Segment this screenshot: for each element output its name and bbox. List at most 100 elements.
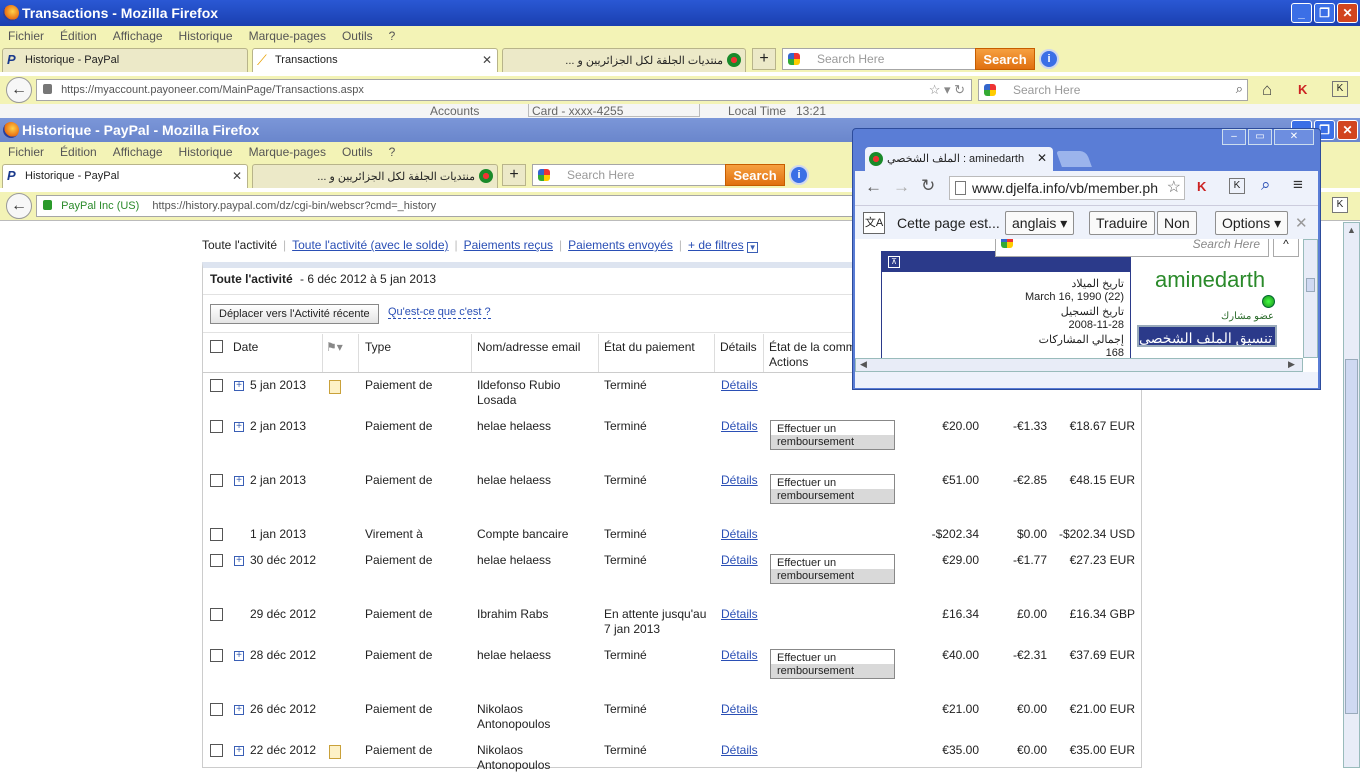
row-checkbox[interactable] xyxy=(210,703,223,716)
star-icon[interactable]: ☆ ▾ ↻ xyxy=(929,82,965,98)
menu-outils[interactable]: Outils xyxy=(342,145,373,159)
row-checkbox[interactable] xyxy=(210,554,223,567)
minimize-button[interactable]: _ xyxy=(1291,3,1312,23)
collapse-icon[interactable]: ⊼ xyxy=(888,256,900,268)
scroll-right-icon[interactable]: ▶ xyxy=(1288,359,1295,370)
scroll-thumb[interactable] xyxy=(1306,278,1315,292)
chrome-vertical-scrollbar[interactable] xyxy=(1303,239,1318,358)
tab-historique-paypal[interactable]: P Historique - PayPal ✕ xyxy=(2,164,248,188)
col-name[interactable]: Nom/adresse email xyxy=(477,340,580,355)
star-icon[interactable]: ☆ xyxy=(1166,177,1181,197)
restore-button[interactable]: ▭ xyxy=(1248,129,1272,145)
minimize-button[interactable]: – xyxy=(1222,129,1246,145)
menu-help[interactable]: ? xyxy=(389,29,396,43)
tab-djelfa[interactable]: منتديات الجلفة لكل الجزائريين و ... xyxy=(502,48,746,72)
scroll-up-icon[interactable]: ▲ xyxy=(1344,225,1359,239)
row-checkbox[interactable] xyxy=(210,420,223,433)
expand-icon[interactable]: + xyxy=(234,381,244,391)
row-checkbox[interactable] xyxy=(210,379,223,392)
menu-affichage[interactable]: Affichage xyxy=(113,145,163,159)
magnifier-icon[interactable]: ⌕ xyxy=(1261,175,1271,195)
back-url-bar[interactable]: https://myaccount.payoneer.com/MainPage/… xyxy=(36,79,972,101)
menu-fichier[interactable]: Fichier xyxy=(8,145,44,159)
back-arrow-icon[interactable]: ← xyxy=(6,193,32,219)
filter-received[interactable]: Paiements reçus xyxy=(464,238,553,252)
info-icon[interactable]: i xyxy=(789,165,809,185)
menu-marque-pages[interactable]: Marque-pages xyxy=(249,145,326,159)
no-button[interactable]: Non xyxy=(1157,211,1197,235)
scroll-thumb[interactable] xyxy=(1345,359,1358,714)
tab-transactions[interactable]: ⟋ Transactions ✕ xyxy=(252,48,498,72)
tab-djelfa[interactable]: منتديات الجلفة لكل الجزائريين و ... xyxy=(252,164,498,188)
front-search-button[interactable]: Search xyxy=(725,164,785,186)
options-button[interactable]: Options ▾ xyxy=(1215,211,1289,235)
details-link[interactable]: Détails xyxy=(721,743,758,758)
col-type[interactable]: Type xyxy=(365,340,391,355)
close-translate-icon[interactable]: ✕ xyxy=(1295,214,1308,232)
back-search-button[interactable]: Search xyxy=(975,48,1035,70)
chrome-horizontal-scrollbar[interactable]: ◀ ▶ xyxy=(855,358,1303,372)
card-select[interactable]: Card - xxxx-4255 xyxy=(528,104,700,118)
what-is-this-link[interactable]: Qu'est-ce que c'est ? xyxy=(388,306,491,319)
front-search-input[interactable]: Search Here xyxy=(532,164,726,186)
virtual-keyboard-icon[interactable]: K xyxy=(1332,197,1348,213)
expand-icon[interactable]: + xyxy=(234,476,244,486)
menu-affichage[interactable]: Affichage xyxy=(113,29,163,43)
expand-icon[interactable]: + xyxy=(234,651,244,661)
details-link[interactable]: Détails xyxy=(721,648,758,663)
menu-historique[interactable]: Historique xyxy=(179,145,233,159)
restore-button[interactable]: ❐ xyxy=(1314,3,1335,23)
expand-icon[interactable]: + xyxy=(234,556,244,566)
nav-search-input[interactable]: Search Here ⌕ xyxy=(978,79,1248,101)
menu-outils[interactable]: Outils xyxy=(342,29,373,43)
tab-historique-paypal[interactable]: P Historique - PayPal xyxy=(2,48,248,72)
new-tab-button[interactable]: + xyxy=(502,164,526,186)
page-scrollbar[interactable]: ▲ xyxy=(1343,222,1360,768)
expand-icon[interactable]: + xyxy=(234,422,244,432)
details-link[interactable]: Détails xyxy=(721,702,758,717)
flag-filter-icon[interactable]: ⚑▾ xyxy=(326,340,343,354)
new-tab-button[interactable] xyxy=(1056,151,1092,167)
filter-more[interactable]: + de filtres xyxy=(688,238,744,252)
back-search-input[interactable]: Search Here xyxy=(782,48,976,70)
row-checkbox[interactable] xyxy=(210,474,223,487)
close-button[interactable]: ✕ xyxy=(1337,3,1358,23)
filter-sent[interactable]: Paiements envoyés xyxy=(568,238,673,252)
refund-button[interactable]: Effectuer un remboursement xyxy=(770,474,895,504)
refund-button[interactable]: Effectuer un remboursement xyxy=(770,554,895,584)
expand-icon[interactable]: + xyxy=(234,746,244,756)
details-link[interactable]: Détails xyxy=(721,553,758,568)
new-tab-button[interactable]: + xyxy=(752,48,776,70)
back-arrow-icon[interactable]: ← xyxy=(6,77,32,103)
close-button[interactable]: ✕ xyxy=(1274,129,1314,145)
expand-icon[interactable]: + xyxy=(234,705,244,715)
row-checkbox[interactable] xyxy=(210,649,223,662)
virtual-keyboard-icon[interactable]: K xyxy=(1332,81,1348,97)
close-tab-icon[interactable]: ✕ xyxy=(482,53,492,67)
language-select[interactable]: anglais ▾ xyxy=(1005,211,1075,235)
kaspersky-icon[interactable]: K xyxy=(1298,82,1307,97)
refund-button[interactable]: Effectuer un remboursement xyxy=(770,420,895,450)
home-icon[interactable]: ⌂ xyxy=(1262,80,1272,100)
menu-edition[interactable]: Édition xyxy=(60,145,97,159)
close-tab-icon[interactable]: ✕ xyxy=(232,169,242,183)
chrome-tab[interactable]: الملف الشخصي : aminedarth ✕ xyxy=(865,147,1053,171)
select-all-checkbox[interactable] xyxy=(210,340,223,353)
details-link[interactable]: Détails xyxy=(721,527,758,542)
row-checkbox[interactable] xyxy=(210,608,223,621)
close-tab-icon[interactable]: ✕ xyxy=(1037,151,1047,165)
chrome-url-bar[interactable]: www.djelfa.info/vb/member.ph ☆ xyxy=(949,176,1185,200)
refund-button[interactable]: Effectuer un remboursement xyxy=(770,649,895,679)
kaspersky-icon[interactable]: K xyxy=(1197,179,1206,194)
magnifier-icon[interactable]: ⌕ xyxy=(1236,81,1243,97)
details-link[interactable]: Détails xyxy=(721,419,758,434)
chevron-down-icon[interactable]: ▼ xyxy=(747,242,759,253)
filter-all-balance[interactable]: Toute l'activité (avec le solde) xyxy=(292,238,448,252)
close-button[interactable]: ✕ xyxy=(1337,120,1358,140)
move-to-recent-button[interactable]: Déplacer vers l'Activité récente xyxy=(210,304,379,324)
details-link[interactable]: Détails xyxy=(721,378,758,393)
front-url-bar[interactable]: PayPal Inc (US) https://history.paypal.c… xyxy=(36,195,856,217)
chrome-search-input[interactable]: Search Here xyxy=(995,239,1269,257)
col-status[interactable]: État du paiement xyxy=(604,340,695,355)
info-icon[interactable]: i xyxy=(1039,49,1059,69)
